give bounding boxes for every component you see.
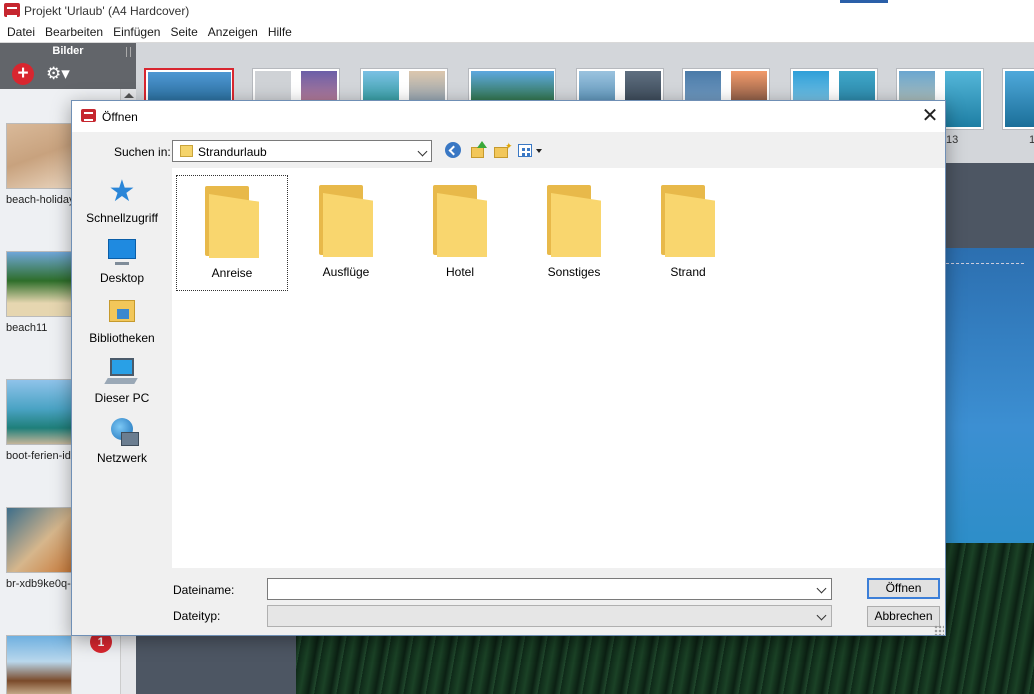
place-label: Bibliotheken — [89, 331, 155, 345]
up-folder-icon[interactable] — [469, 141, 489, 161]
picture-thumbnail — [6, 507, 72, 573]
file-list: Anreise Ausflüge Hotel Sonstiges Strand — [172, 168, 945, 568]
desktop-icon — [106, 236, 138, 268]
settings-gear-icon[interactable]: ⚙▾ — [46, 63, 76, 85]
panel-grip-handle[interactable] — [126, 47, 131, 57]
new-folder-icon[interactable]: ✦ — [493, 141, 513, 161]
menu-hilfe[interactable]: Hilfe — [263, 22, 297, 42]
folder-item-sonstiges[interactable]: Sonstiges — [518, 175, 630, 291]
close-icon[interactable]: ✕ — [917, 104, 943, 130]
resize-grip[interactable] — [934, 625, 944, 635]
filetype-select[interactable] — [267, 605, 832, 627]
folder-icon — [661, 185, 715, 257]
place-desktop[interactable]: Desktop — [80, 236, 164, 285]
menu-seite[interactable]: Seite — [165, 22, 202, 42]
picture-thumbnail — [6, 251, 72, 317]
chevron-down-icon[interactable] — [816, 583, 827, 594]
filetype-label: Dateityp: — [173, 609, 221, 623]
place-label: Dieser PC — [94, 391, 150, 405]
libraries-icon — [106, 296, 138, 328]
app-title: Projekt 'Urlaub' (A4 Hardcover) — [24, 4, 190, 18]
folder-icon — [319, 185, 373, 257]
page-number-label: 13 — [946, 134, 959, 146]
place-this-pc[interactable]: Dieser PC — [80, 356, 164, 405]
folder-icon — [433, 185, 487, 257]
open-button[interactable]: Öffnen — [867, 578, 940, 599]
list-item[interactable]: br-xdb9ke0q- — [6, 507, 72, 590]
menu-bearbeiten[interactable]: Bearbeiten — [40, 22, 108, 42]
folder-icon — [180, 145, 193, 157]
folder-label: Hotel — [445, 265, 474, 279]
place-label: Netzwerk — [96, 451, 147, 465]
menu-datei[interactable]: Datei — [2, 22, 40, 42]
place-libraries[interactable]: Bibliotheken — [80, 296, 164, 345]
menu-bar: Datei Bearbeiten Einfügen Seite Anzeigen… — [0, 22, 1034, 43]
computer-icon — [106, 356, 138, 388]
page-thumbnail[interactable] — [1002, 68, 1034, 130]
picture-name: br-xdb9ke0q- — [6, 578, 71, 590]
view-menu-icon[interactable] — [517, 141, 543, 161]
star-icon: ★ — [108, 175, 136, 208]
filename-input[interactable] — [267, 578, 832, 600]
list-item[interactable] — [6, 635, 72, 694]
picture-thumbnail — [6, 635, 72, 694]
look-in-label: Suchen in: — [114, 145, 171, 159]
app-logo-icon — [4, 3, 20, 17]
page-number-label: 1 — [1029, 134, 1034, 146]
folder-icon — [205, 186, 259, 258]
folder-label: Anreise — [211, 266, 253, 280]
list-item[interactable]: beach11 — [6, 251, 72, 334]
folder-item-ausfluege[interactable]: Ausflüge — [290, 175, 402, 291]
menu-anzeigen[interactable]: Anzeigen — [203, 22, 263, 42]
menu-einfuegen[interactable]: Einfügen — [108, 22, 165, 42]
folder-label: Strand — [670, 265, 706, 279]
picture-name: boot-ferien-id — [6, 450, 71, 462]
add-picture-button[interactable]: + — [12, 63, 34, 85]
back-arrow-icon[interactable] — [445, 142, 461, 158]
folder-label: Sonstiges — [547, 265, 601, 279]
folder-item-strand[interactable]: Strand — [632, 175, 744, 291]
filename-label: Dateiname: — [173, 583, 235, 597]
places-bar: ★ Schnellzugriff Desktop Bibliotheken Di… — [80, 168, 170, 568]
place-label: Desktop — [99, 271, 145, 285]
picture-thumbnail — [6, 123, 72, 189]
look-in-value: Strandurlaub — [198, 145, 267, 159]
dialog-title: Öffnen — [102, 110, 138, 124]
pictures-panel-title: Bilder — [52, 45, 84, 57]
scroll-up-icon[interactable] — [124, 93, 134, 98]
list-item[interactable]: boot-ferien-id — [6, 379, 72, 462]
chevron-down-icon[interactable] — [816, 610, 827, 621]
chevron-down-icon — [417, 146, 428, 157]
list-item[interactable]: beach-holiday — [6, 123, 75, 206]
look-in-combobox[interactable]: Strandurlaub — [172, 140, 432, 162]
network-icon — [106, 416, 139, 448]
dialog-app-icon — [81, 109, 96, 122]
cancel-button[interactable]: Abbrechen — [867, 606, 940, 627]
folder-label: Ausflüge — [322, 265, 370, 279]
dialog-titlebar: Öffnen ✕ — [72, 101, 945, 132]
place-quick-access[interactable]: ★ Schnellzugriff — [80, 175, 164, 226]
window-control-highlight — [840, 0, 888, 3]
picture-thumbnail — [6, 379, 72, 445]
app-titlebar: Projekt 'Urlaub' (A4 Hardcover) — [0, 0, 1034, 22]
place-label: Schnellzugriff — [86, 211, 158, 225]
folder-item-anreise[interactable]: Anreise — [176, 175, 288, 291]
picture-name: beach-holiday — [6, 194, 75, 206]
open-file-dialog: Öffnen ✕ Suchen in: Strandurlaub ✦ ★ Sch… — [71, 100, 946, 636]
folder-item-hotel[interactable]: Hotel — [404, 175, 516, 291]
folder-icon — [547, 185, 601, 257]
picture-name: beach11 — [6, 322, 48, 334]
place-network[interactable]: Netzwerk — [80, 416, 164, 465]
